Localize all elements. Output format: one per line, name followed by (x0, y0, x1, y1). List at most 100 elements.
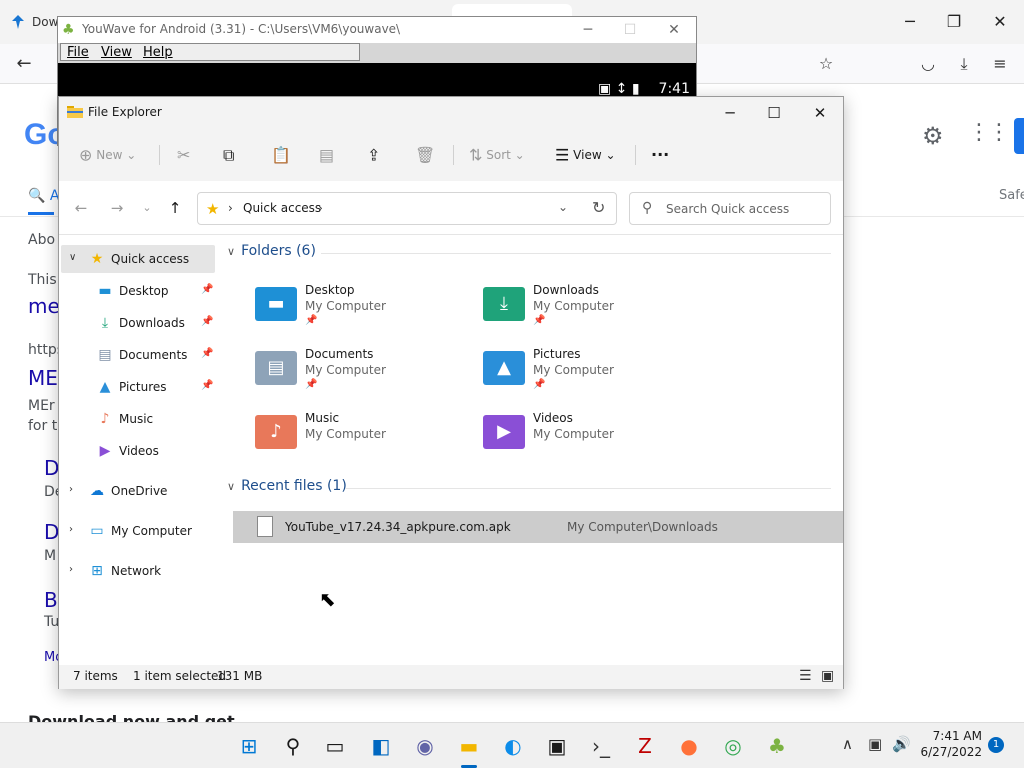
start-icon[interactable]: ⊞ (234, 731, 264, 761)
firefox-icon[interactable]: ● (674, 731, 704, 761)
nav-item-downloads[interactable]: ⤓ Downloads 📌 (61, 309, 215, 337)
task-view-icon[interactable]: ▭ (320, 731, 350, 761)
rename-button[interactable]: ▤ (319, 143, 334, 167)
search-input[interactable] (666, 199, 826, 219)
nav-item-my-computer[interactable]: › ▭ My Computer (61, 517, 215, 545)
chevron-up-icon[interactable]: ∧ (842, 735, 853, 753)
details-view-icon[interactable]: ☰ (799, 668, 812, 684)
chevron-down-icon[interactable]: ∨ (69, 252, 76, 263)
back-arrow-icon[interactable]: ← (10, 52, 38, 76)
edge-icon[interactable]: ◐ (498, 731, 528, 761)
chevron-down-icon: ⌄ (514, 148, 525, 162)
nav-item-documents[interactable]: ▤ Documents 📌 (61, 341, 215, 369)
clock-time[interactable]: 7:41 AM (918, 729, 982, 743)
clipboard-icon: 📋 (271, 145, 291, 165)
copy-button[interactable]: ⧉ (223, 143, 234, 167)
maximize-button[interactable]: ☐ (751, 99, 797, 127)
recent-files-group-header[interactable]: ∨ Recent files (1) (227, 478, 347, 494)
chevron-right-icon[interactable]: › (318, 201, 323, 215)
nav-item-network[interactable]: › ⊞ Network (61, 557, 215, 585)
chevron-right-icon[interactable]: › (69, 524, 73, 535)
chevron-right-icon[interactable]: › (228, 201, 233, 215)
folders-group-header[interactable]: ∨ Folders (6) (227, 243, 316, 259)
folder-tile-downloads[interactable]: ⤓ Downloads My Computer 📌 (483, 281, 703, 339)
favorite-star-icon[interactable]: ☆ (812, 52, 840, 76)
sign-in-button[interactable] (1014, 118, 1024, 154)
explorer-title: File Explorer (88, 105, 162, 119)
network-tray-icon[interactable]: ▣ (868, 735, 882, 753)
address-dropdown-icon[interactable]: ⌄ (558, 200, 568, 214)
android-icon[interactable]: ♣ (762, 731, 792, 761)
nav-item-videos[interactable]: ▶ Videos (61, 437, 215, 465)
folder-tile-desktop[interactable]: ▬ Desktop My Computer 📌 (255, 281, 475, 339)
chevron-right-icon[interactable]: › (69, 564, 73, 575)
chat-icon[interactable]: ◉ (410, 731, 440, 761)
browser-minimize-button[interactable]: ─ (888, 8, 932, 36)
browser-close-button[interactable]: ✕ (978, 8, 1022, 36)
delete-button[interactable]: 🗑 (415, 143, 435, 167)
chevron-right-icon[interactable]: › (69, 484, 73, 495)
browser-tab-title[interactable]: Dow (32, 15, 58, 29)
recent-file-row[interactable]: YouTube_v17.24.34_apkpure.com.apk My Com… (233, 511, 843, 543)
volume-icon[interactable]: 🔊 (892, 735, 911, 753)
refresh-icon[interactable]: ↻ (592, 198, 605, 217)
filezilla-icon[interactable]: Z (630, 731, 660, 761)
settings-gear-icon[interactable]: ⚙ (922, 122, 944, 150)
search-tab-all[interactable]: 🔍 A (28, 188, 59, 204)
notification-badge[interactable]: 1 (988, 737, 1004, 753)
minimize-button[interactable]: ─ (707, 99, 753, 127)
recent-locations-chevron-icon[interactable]: ⌄ (135, 197, 159, 219)
terminal-icon[interactable]: ›_ (586, 731, 616, 761)
menu-file[interactable]: File (67, 45, 89, 60)
close-button[interactable]: ✕ (797, 99, 843, 127)
forward-arrow-icon[interactable]: → (105, 197, 129, 219)
sort-button[interactable]: ⇅ Sort ⌄ (469, 143, 525, 167)
copy-icon: ⧉ (223, 145, 235, 165)
pocket-icon[interactable]: ◡ (914, 52, 942, 76)
folder-tile-videos[interactable]: ▶ Videos My Computer (483, 409, 703, 467)
search-result-link[interactable]: B (44, 588, 58, 612)
nav-item-desktop[interactable]: ▬ Desktop 📌 (61, 277, 215, 305)
store-icon[interactable]: ▣ (542, 731, 572, 761)
browser-maximize-button[interactable]: ❐ (932, 8, 976, 36)
chrome-icon[interactable]: ◎ (718, 731, 748, 761)
safesearch-label[interactable]: Safe (999, 188, 1024, 203)
view-button[interactable]: ☰ View ⌄ (555, 143, 616, 167)
nav-item-quick-access[interactable]: ∨ ★ Quick access (61, 245, 215, 273)
video-icon: ▶ (99, 443, 111, 459)
widgets-icon[interactable]: ◧ (366, 731, 396, 761)
new-button[interactable]: ⊕ New ⌄ (79, 143, 136, 167)
up-arrow-icon[interactable]: ↑ (163, 197, 187, 219)
youwave-close-button[interactable]: ✕ (654, 20, 694, 40)
folder-tile-pictures[interactable]: ▲ Pictures My Computer 📌 (483, 345, 703, 403)
search-result-link[interactable]: ME (28, 366, 58, 390)
tiles-view-icon[interactable]: ▣ (821, 668, 834, 684)
folder-tile-documents[interactable]: ▤ Documents My Computer 📌 (255, 345, 475, 403)
address-bar[interactable]: ★ › Quick access › ⌄ ↻ (197, 192, 617, 225)
menu-help[interactable]: Help (143, 45, 173, 60)
folder-location: My Computer (305, 427, 386, 441)
youwave-minimize-button[interactable]: ─ (568, 20, 608, 40)
nav-item-onedrive[interactable]: › ☁ OneDrive (61, 477, 215, 505)
file-explorer-icon[interactable]: ▬ (454, 731, 484, 761)
menu-view[interactable]: View (101, 45, 132, 60)
more-options-button[interactable]: ··· (651, 143, 669, 167)
paste-button[interactable]: 📋 (271, 143, 291, 167)
folder-name: Videos (533, 411, 573, 425)
share-button[interactable]: ⇪ (367, 143, 380, 167)
youwave-maximize-button[interactable]: ☐ (610, 20, 650, 40)
search-box[interactable]: ⚲ (629, 192, 831, 225)
mouse-cursor-icon: ⬉ (319, 587, 336, 611)
selection-size: 131 MB (217, 669, 263, 683)
download-icon[interactable]: ⤓ (950, 52, 978, 76)
search-icon[interactable]: ⚲ (278, 731, 308, 761)
clock-date[interactable]: 6/27/2022 (918, 745, 982, 759)
cut-button[interactable]: ✂ (177, 143, 190, 167)
folder-tile-music[interactable]: ♪ Music My Computer (255, 409, 475, 467)
menu-icon[interactable]: ≡ (986, 52, 1014, 76)
back-arrow-icon[interactable]: ← (69, 197, 93, 219)
recent-header-label: Recent files (1) (241, 478, 347, 494)
address-location[interactable]: Quick access (243, 201, 321, 215)
nav-item-music[interactable]: ♪ Music (61, 405, 215, 433)
nav-item-pictures[interactable]: ▲ Pictures 📌 (61, 373, 215, 401)
